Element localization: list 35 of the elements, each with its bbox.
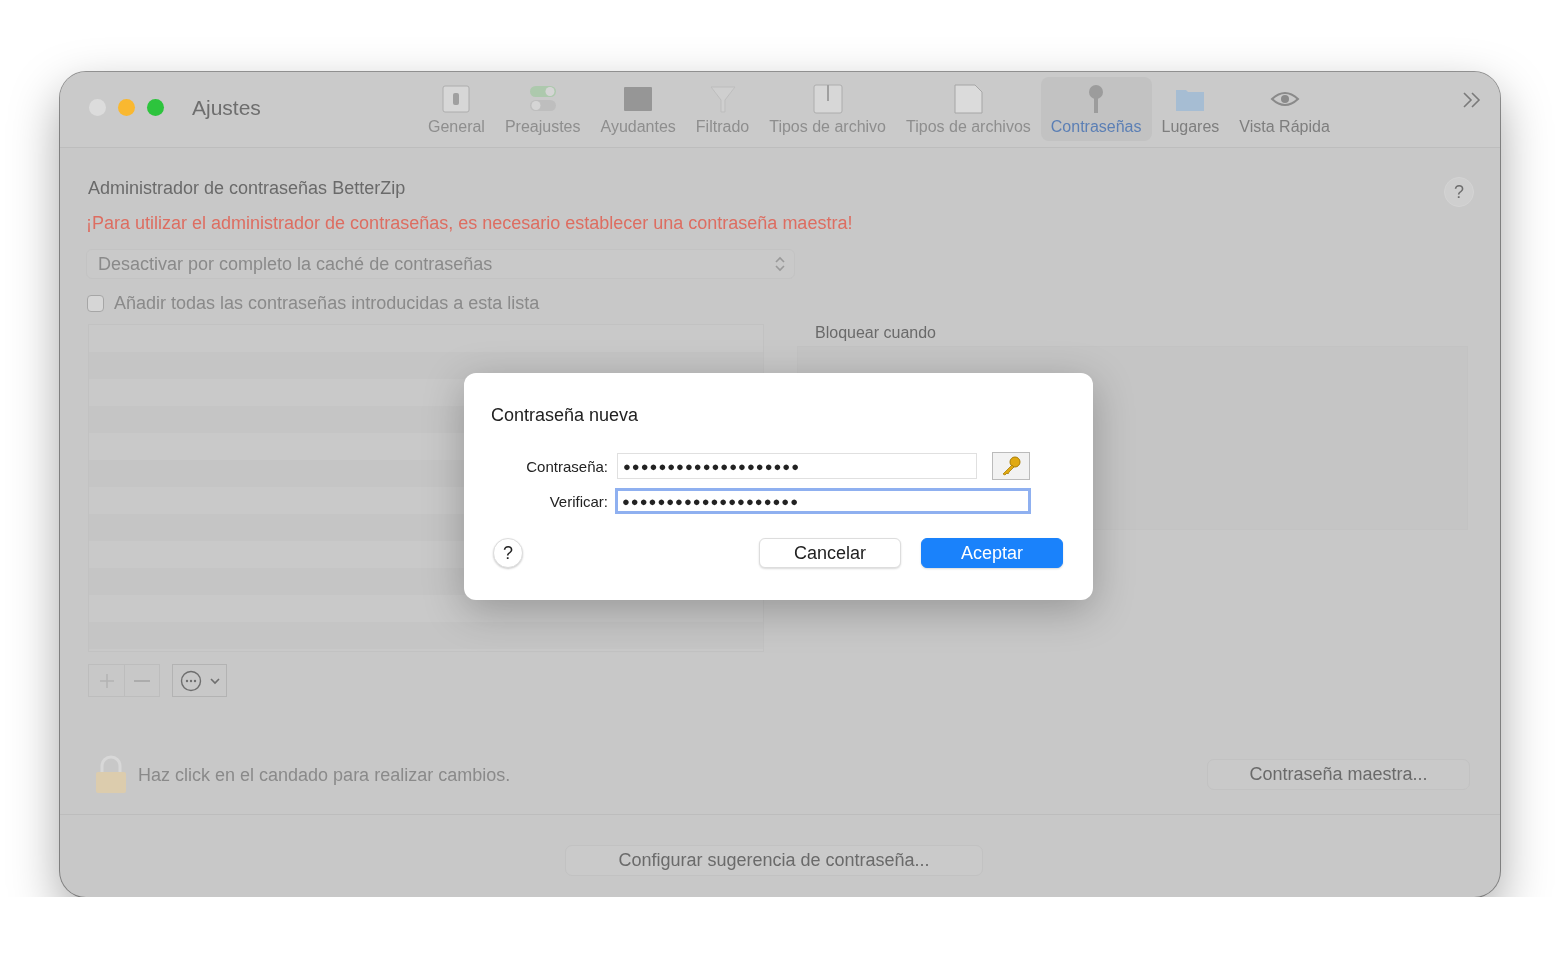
chevrons-icon[interactable]: [1462, 92, 1482, 108]
field-label: Verificar:: [548, 492, 608, 510]
password-hint-button[interactable]: Configurar sugerencia de contraseña...: [565, 845, 983, 876]
zipper-file-icon: [812, 84, 843, 114]
zoom-button[interactable]: [147, 99, 164, 116]
field-label: Contraseña:: [525, 457, 608, 475]
chevron-up-down-icon: [774, 256, 786, 272]
more-button[interactable]: [172, 664, 227, 697]
lock-hint: Haz click en el candado para realizar cambios.: [138, 764, 511, 786]
toolbar-tab[interactable]: Contraseñas: [1040, 77, 1152, 141]
key-icon: [1000, 456, 1022, 476]
chevron-down-icon: [209, 676, 220, 685]
terminal-icon: [623, 84, 654, 114]
window-title: Ajustes: [192, 96, 262, 120]
minimize-button[interactable]: [118, 99, 135, 116]
switch-icon: [441, 84, 472, 114]
toggles-icon: [527, 84, 558, 114]
help-button[interactable]: ?: [493, 538, 523, 568]
toolbar-tab[interactable]: Vista Rápida: [1229, 77, 1340, 141]
group-label: Bloquear cuando: [815, 324, 937, 342]
document-icon: [953, 84, 984, 114]
password-field[interactable]: ●●●●●●●●●●●●●●●●●●●●: [615, 488, 1031, 514]
key-button[interactable]: [992, 452, 1030, 480]
cancel-button[interactable]: Cancelar: [759, 538, 901, 568]
ellipsis-circle-icon: [179, 669, 202, 692]
toolbar-tab[interactable]: Lugares: [1151, 77, 1230, 141]
password-field[interactable]: ●●●●●●●●●●●●●●●●●●●●: [617, 453, 977, 479]
padlock-icon[interactable]: [94, 755, 128, 795]
warning-text: ¡Para utilizar el administrador de contraseñas, es necesario establecer una contraseña maestra!: [86, 213, 853, 234]
dialog-title: Contraseña nueva: [491, 405, 639, 426]
accept-button[interactable]: Aceptar: [921, 538, 1063, 568]
checkbox-label: Añadir todas las contraseñas introducidas a esta lista: [114, 293, 540, 314]
help-button[interactable]: ?: [1444, 177, 1474, 207]
master-password-button[interactable]: Contraseña maestra...: [1207, 759, 1470, 790]
section-title: Administrador de contraseñas BetterZip: [88, 178, 406, 199]
